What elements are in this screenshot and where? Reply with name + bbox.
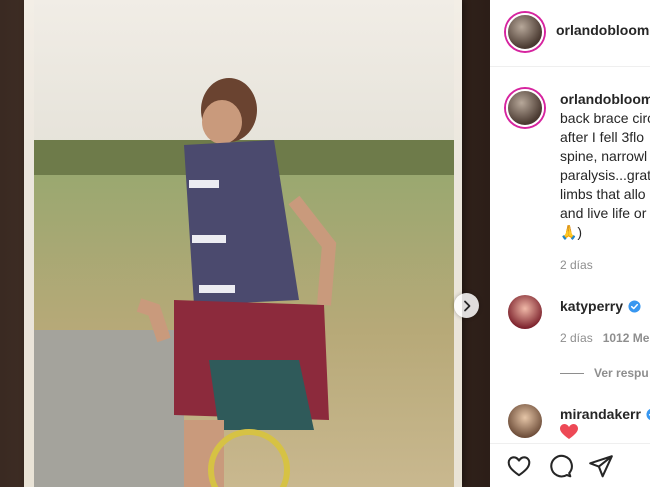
caption-timestamp[interactable]: 2 días bbox=[560, 258, 593, 272]
next-photo-button[interactable] bbox=[454, 293, 479, 318]
post-caption: orlandobloom back brace circ after I fel… bbox=[560, 90, 650, 242]
caption-line: after I fell 3flo bbox=[560, 129, 645, 145]
comment-avatar[interactable] bbox=[508, 404, 542, 438]
caption-line: spine, narrowl bbox=[560, 148, 648, 164]
photo-print bbox=[24, 0, 462, 487]
photo-scene bbox=[34, 0, 454, 487]
view-replies-label: Ver respu bbox=[594, 366, 649, 380]
send-icon[interactable] bbox=[588, 453, 614, 479]
chevron-right-icon bbox=[463, 300, 470, 311]
post-action-bar bbox=[490, 443, 650, 487]
comment-header: katyperry I bbox=[560, 298, 650, 314]
author-username[interactable]: orlandobloom bbox=[556, 22, 649, 38]
caption-line: back brace circ bbox=[560, 110, 650, 126]
caption-line: limbs that allo bbox=[560, 186, 646, 202]
comment-likes[interactable]: 1012 Me bbox=[603, 331, 650, 345]
post-side-panel: orlandobloom orlandobloom back brace cir… bbox=[490, 0, 650, 487]
post-photo[interactable] bbox=[0, 0, 490, 487]
caption-line: paralysis...grat bbox=[560, 167, 650, 183]
caption-line: and live life or bbox=[560, 205, 647, 221]
comment-username[interactable]: katyperry bbox=[560, 298, 623, 314]
comment-header: mirandakerr bbox=[560, 406, 650, 422]
comment-meta: 2 días 1012 Me bbox=[560, 331, 649, 345]
comment-avatar[interactable] bbox=[508, 295, 542, 329]
post-header: orlandobloom bbox=[490, 0, 650, 67]
caption-line: 🙏) bbox=[560, 224, 583, 240]
heart-emoji-icon bbox=[560, 424, 578, 439]
replies-divider bbox=[560, 372, 584, 374]
view-replies-button[interactable]: Ver respu bbox=[560, 366, 649, 380]
comment-timestamp[interactable]: 2 días bbox=[560, 331, 593, 345]
comment-icon[interactable] bbox=[547, 453, 573, 479]
heart-icon[interactable] bbox=[506, 453, 532, 479]
comment-username[interactable]: mirandakerr bbox=[560, 406, 641, 422]
verified-badge-icon bbox=[646, 408, 650, 420]
caption-username[interactable]: orlandobloom bbox=[560, 91, 650, 107]
author-avatar[interactable] bbox=[506, 13, 544, 51]
verified-badge-icon bbox=[628, 299, 641, 313]
caption-author-avatar[interactable] bbox=[506, 89, 544, 127]
